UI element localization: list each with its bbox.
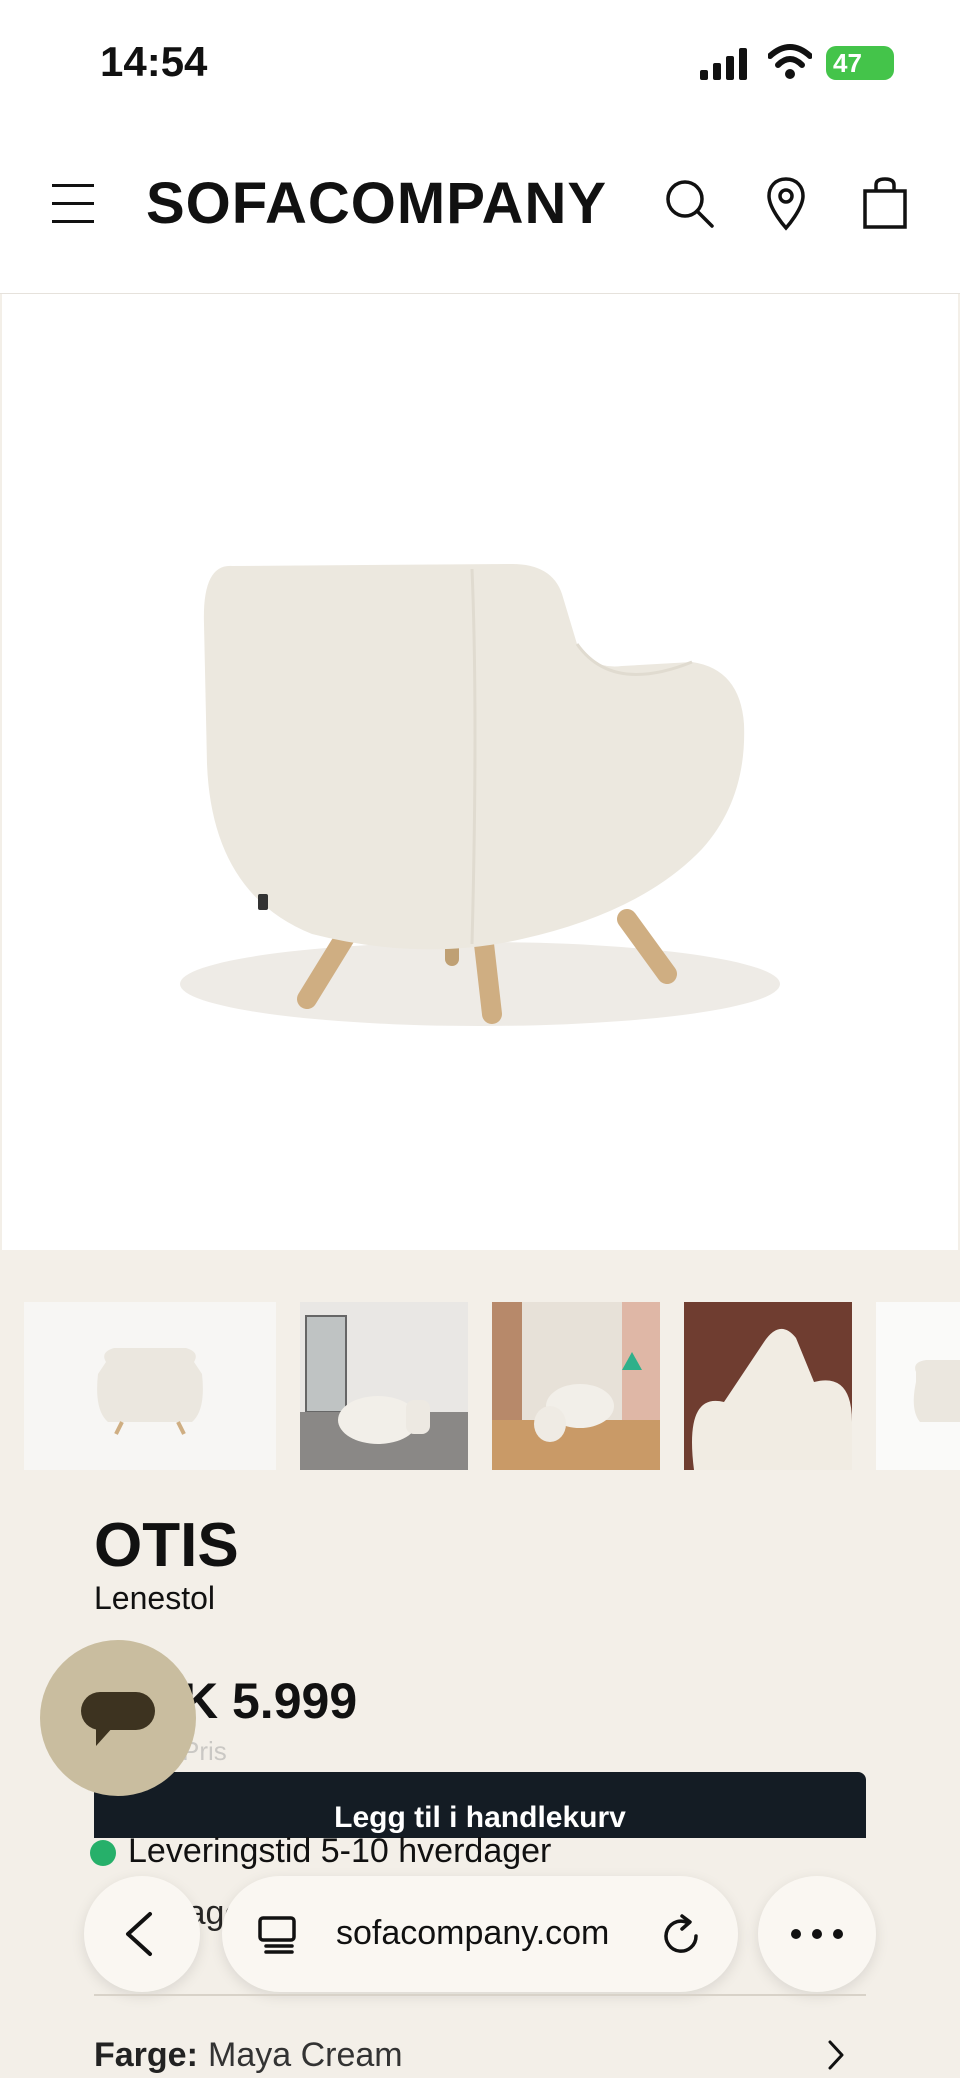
chevron-right-icon[interactable]: [824, 2038, 848, 2072]
chat-button[interactable]: [40, 1640, 196, 1796]
signal-icon: [700, 48, 747, 80]
wifi-icon: [768, 44, 812, 79]
browser-more-button[interactable]: [758, 1876, 876, 1992]
armchair-illustration: [180, 564, 780, 1026]
brand-logo[interactable]: SOFACOMPANY: [146, 170, 607, 237]
color-label: Farge:: [94, 2036, 198, 2074]
chat-icon-tail: [96, 1726, 114, 1746]
thumbnail-5[interactable]: [876, 1302, 960, 1470]
chat-icon: [81, 1692, 155, 1730]
browser-back-button[interactable]: [84, 1876, 200, 1992]
product-subtitle: Lenestol: [94, 1580, 215, 1616]
reload-icon[interactable]: [662, 1914, 702, 1956]
thumbnail-1[interactable]: [24, 1302, 276, 1470]
thumbnail-2[interactable]: [300, 1302, 468, 1470]
location-pin-icon[interactable]: [766, 176, 806, 232]
thumbnail-4[interactable]: [684, 1302, 852, 1470]
more-icon: [791, 1929, 843, 1939]
delivery-status-dot: [90, 1840, 116, 1866]
search-icon[interactable]: [664, 178, 716, 230]
shopping-bag-icon[interactable]: [862, 176, 908, 230]
product-price: K 5.999: [182, 1673, 358, 1729]
tabs-icon[interactable]: [258, 1916, 298, 1954]
add-to-cart-button[interactable]: Legg til i handlekurv: [94, 1772, 866, 1838]
url-text: sofacompany.com: [336, 1914, 610, 1952]
status-time: 14:54: [100, 38, 208, 85]
image-thumbnails: [0, 1302, 960, 1470]
thumbnail-3[interactable]: [492, 1302, 660, 1470]
product-main-image[interactable]: [2, 294, 958, 1250]
browser-address-bar[interactable]: sofacompany.com: [222, 1876, 738, 1992]
battery-level: 47: [833, 48, 862, 78]
back-icon: [126, 1912, 152, 1956]
product-name: OTIS: [94, 1511, 239, 1580]
delivery-time: Leveringstid 5-10 hverdager: [128, 1832, 552, 1870]
site-header: SOFACOMPANY: [0, 130, 960, 294]
menu-icon[interactable]: [52, 182, 94, 226]
section-divider: [94, 1994, 866, 1996]
status-bar: 14:54 47: [0, 0, 960, 130]
color-value[interactable]: Maya Cream: [208, 2036, 403, 2075]
